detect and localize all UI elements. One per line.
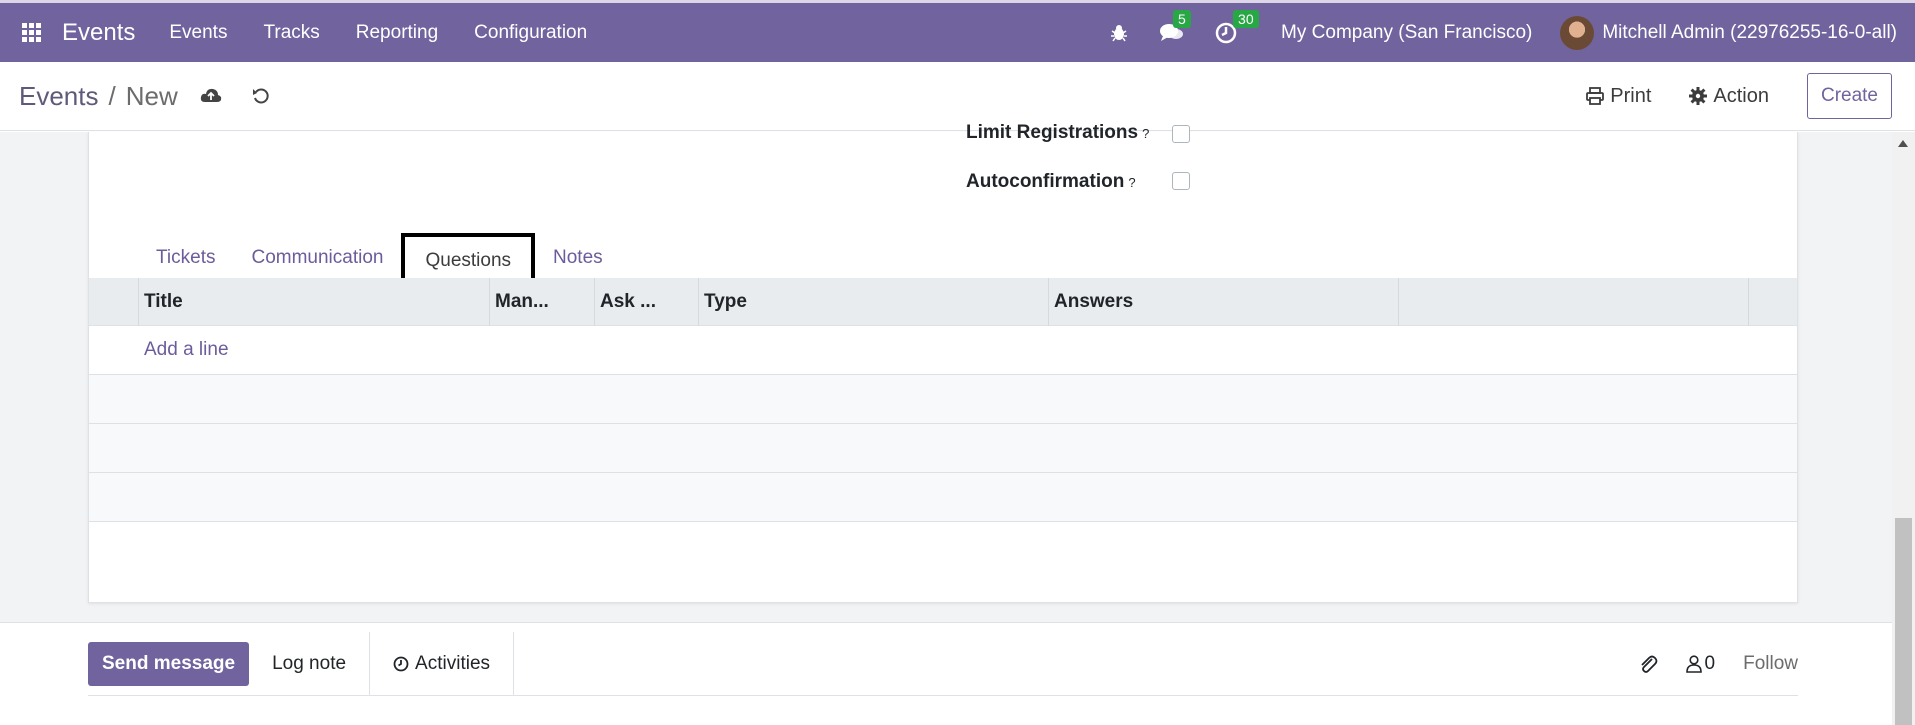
autoconfirmation-label: Autoconfirmation xyxy=(966,171,1125,192)
breadcrumb-current: New xyxy=(125,80,178,111)
add-a-line-link[interactable]: Add a line xyxy=(144,339,229,361)
discard-undo-icon[interactable] xyxy=(252,87,270,105)
send-message-button[interactable]: Send message xyxy=(88,641,250,686)
table-row xyxy=(89,473,1797,522)
scroll-up-arrow-icon[interactable] xyxy=(1898,140,1908,147)
tab-communication[interactable]: Communication xyxy=(233,234,401,282)
handle-column xyxy=(89,277,139,326)
menu-tracks[interactable]: Tracks xyxy=(263,22,319,44)
user-avatar[interactable] xyxy=(1560,15,1595,50)
control-panel: Events / New Print Action Create xyxy=(0,62,1915,131)
user-icon xyxy=(1685,654,1702,673)
menu-events[interactable]: Events xyxy=(169,22,227,44)
apps-menu-icon[interactable] xyxy=(0,3,62,62)
limit-registrations-label: Limit Registrations xyxy=(966,122,1139,143)
breadcrumb: Events / New xyxy=(19,81,178,112)
column-optional-toggle[interactable] xyxy=(1749,278,1797,326)
print-label: Print xyxy=(1610,84,1652,107)
top-navbar: Events Events Tracks Reporting Configura… xyxy=(0,0,1915,62)
autoconfirmation-checkbox[interactable] xyxy=(1172,172,1190,190)
autoconfirmation-help[interactable]: ? xyxy=(1128,175,1135,190)
scrollbar[interactable] xyxy=(1892,132,1915,725)
save-cloud-icon[interactable] xyxy=(200,87,222,105)
activities-badge: 30 xyxy=(1233,9,1259,28)
tab-notes[interactable]: Notes xyxy=(535,234,621,282)
followers-count: 0 xyxy=(1704,652,1716,674)
followers-button[interactable]: 0 xyxy=(1685,652,1716,675)
table-row xyxy=(89,375,1797,424)
column-extra xyxy=(1399,277,1749,326)
action-label: Action xyxy=(1713,84,1769,107)
follow-button[interactable]: Follow xyxy=(1743,653,1798,675)
autoconfirmation-field: Autoconfirmation ? xyxy=(966,171,1136,193)
table-row: Add a line xyxy=(89,326,1797,375)
breadcrumb-separator: / xyxy=(108,80,116,111)
questions-table: Title Man... Ask ... Type Answers Add a … xyxy=(89,277,1797,522)
debug-bug-icon[interactable] xyxy=(1109,23,1129,43)
create-button[interactable]: Create xyxy=(1806,73,1892,119)
notebook-tabs: Tickets Communication Questions Notes xyxy=(138,233,621,289)
column-answers[interactable]: Answers xyxy=(1049,277,1399,326)
action-button[interactable]: Action xyxy=(1689,85,1769,108)
activities-label: Activities xyxy=(415,652,491,674)
print-icon xyxy=(1586,87,1605,105)
breadcrumb-events[interactable]: Events xyxy=(19,81,99,112)
gear-icon xyxy=(1689,87,1708,105)
chatter-topbar: Send message Log note Activities 0 Follo… xyxy=(88,631,1798,696)
column-ask-once[interactable]: Ask ... xyxy=(595,277,699,326)
paperclip-icon xyxy=(1640,655,1657,673)
app-brand[interactable]: Events xyxy=(62,19,135,47)
activities-button[interactable]: Activities xyxy=(369,631,515,696)
print-button[interactable]: Print xyxy=(1586,85,1651,108)
column-mandatory[interactable]: Man... xyxy=(490,277,595,326)
menu-reporting[interactable]: Reporting xyxy=(356,22,438,44)
table-row xyxy=(89,424,1797,473)
menu-configuration[interactable]: Configuration xyxy=(474,22,587,44)
column-type[interactable]: Type xyxy=(699,277,1049,326)
attachments-button[interactable] xyxy=(1638,653,1658,675)
clock-icon xyxy=(393,656,409,671)
limit-registrations-field: Limit Registrations ? xyxy=(966,122,1149,144)
user-menu[interactable]: Mitchell Admin (22976255-16-0-all) xyxy=(1602,22,1897,44)
tab-tickets[interactable]: Tickets xyxy=(138,234,233,282)
limit-registrations-checkbox[interactable] xyxy=(1172,125,1190,143)
company-switcher[interactable]: My Company (San Francisco) xyxy=(1281,22,1532,44)
scroll-thumb[interactable] xyxy=(1895,518,1912,725)
messages-icon[interactable]: 5 xyxy=(1159,9,1191,44)
log-note-button[interactable]: Log note xyxy=(249,632,369,696)
activities-clock-icon[interactable]: 30 xyxy=(1215,9,1259,44)
limit-registrations-help[interactable]: ? xyxy=(1142,126,1149,141)
chatter: Send message Log note Activities 0 Follo… xyxy=(0,622,1892,725)
table-header: Title Man... Ask ... Type Answers xyxy=(89,277,1797,326)
column-title[interactable]: Title xyxy=(139,277,490,326)
messages-badge: 5 xyxy=(1173,9,1191,28)
